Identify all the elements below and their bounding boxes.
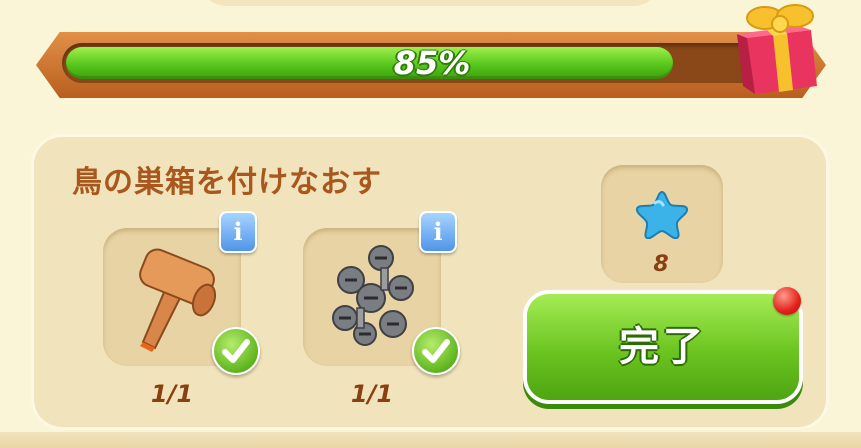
screws-icon (332, 245, 414, 346)
checkmark-icon (212, 327, 260, 375)
progress-percent-label: 85% (393, 44, 471, 82)
notification-dot (773, 287, 801, 315)
quest-screen: 85% 鳥の巣箱を付けなおす i 1/1 i 1/1 8 完了 (0, 0, 861, 448)
info-button-screws[interactable]: i (419, 211, 457, 253)
reward-count: 8 (653, 252, 669, 277)
top-edge-decoration (200, 0, 660, 6)
bottom-band (0, 432, 861, 448)
complete-button[interactable]: 完了 (527, 294, 799, 400)
blue-star-icon (635, 190, 689, 239)
info-button-mallet[interactable]: i (219, 211, 257, 253)
checkmark-icon (412, 327, 460, 375)
gift-box-icon[interactable] (733, 0, 825, 98)
requirement-count-screws: 1/1 (350, 380, 394, 408)
requirement-count-mallet: 1/1 (150, 380, 194, 408)
task-title: 鳥の巣箱を付けなおす (72, 165, 382, 200)
mallet-icon (139, 248, 217, 352)
